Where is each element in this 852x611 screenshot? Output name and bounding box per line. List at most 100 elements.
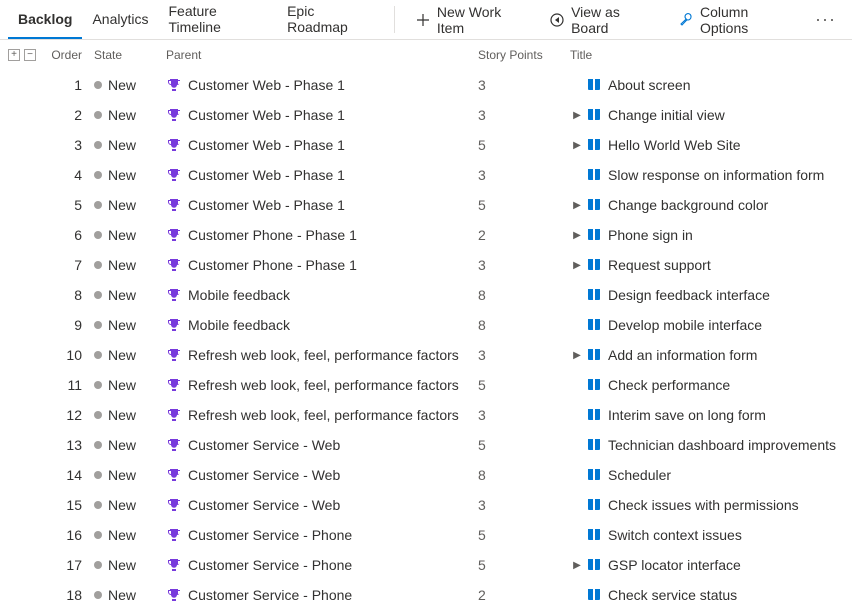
title-cell[interactable]: Check performance [570,377,852,393]
table-row[interactable]: 13NewCustomer Service - Web5Technician d… [0,430,852,460]
tab-analytics[interactable]: Analytics [82,0,158,39]
book-icon [586,227,602,243]
tab-epic-roadmap[interactable]: Epic Roadmap [277,0,384,39]
table-row[interactable]: 10NewRefresh web look, feel, performance… [0,340,852,370]
backlog-grid: 1NewCustomer Web - Phase 13About screen2… [0,70,852,610]
chevron-right-icon[interactable]: ▶ [570,230,584,241]
trophy-icon [166,77,182,93]
collapse-all-button[interactable]: − [24,49,36,61]
table-row[interactable]: 6NewCustomer Phone - Phase 12▶Phone sign… [0,220,852,250]
points-cell: 8 [478,287,570,303]
table-row[interactable]: 8NewMobile feedback8Design feedback inte… [0,280,852,310]
title-cell[interactable]: Design feedback interface [570,287,852,303]
column-header-title[interactable]: Title [570,48,852,62]
table-row[interactable]: 4NewCustomer Web - Phase 13Slow response… [0,160,852,190]
table-row[interactable]: 11NewRefresh web look, feel, performance… [0,370,852,400]
order-cell: 1 [38,77,94,93]
title-cell[interactable]: Scheduler [570,467,852,483]
table-row[interactable]: 3NewCustomer Web - Phase 15▶Hello World … [0,130,852,160]
parent-cell[interactable]: Customer Web - Phase 1 [166,77,478,93]
parent-cell[interactable]: Customer Web - Phase 1 [166,137,478,153]
table-row[interactable]: 1NewCustomer Web - Phase 13About screen [0,70,852,100]
parent-cell[interactable]: Customer Phone - Phase 1 [166,227,478,243]
points-cell: 3 [478,107,570,123]
title-cell[interactable]: Check service status [570,587,852,603]
parent-cell[interactable]: Customer Web - Phase 1 [166,167,478,183]
title-cell[interactable]: ▶Request support [570,257,852,273]
parent-cell[interactable]: Refresh web look, feel, performance fact… [166,407,478,423]
title-cell[interactable]: ▶Change background color [570,197,852,213]
title-cell[interactable]: Develop mobile interface [570,317,852,333]
more-actions-button[interactable]: ··· [807,9,844,30]
title-cell[interactable]: Slow response on information form [570,167,852,183]
table-row[interactable]: 12NewRefresh web look, feel, performance… [0,400,852,430]
state-cell: New [94,497,166,513]
chevron-right-icon[interactable]: ▶ [570,560,584,571]
table-row[interactable]: 5NewCustomer Web - Phase 15▶Change backg… [0,190,852,220]
parent-cell[interactable]: Refresh web look, feel, performance fact… [166,347,478,363]
title-cell[interactable]: About screen [570,77,852,93]
points-cell: 3 [478,347,570,363]
parent-cell[interactable]: Customer Service - Phone [166,557,478,573]
table-row[interactable]: 7NewCustomer Phone - Phase 13▶Request su… [0,250,852,280]
trophy-icon [166,347,182,363]
parent-cell[interactable]: Customer Web - Phase 1 [166,197,478,213]
chevron-right-icon[interactable]: ▶ [570,140,584,151]
parent-cell[interactable]: Customer Service - Web [166,437,478,453]
chevron-right-icon[interactable]: ▶ [570,200,584,211]
parent-cell[interactable]: Customer Service - Phone [166,587,478,603]
title-cell[interactable]: ▶Phone sign in [570,227,852,243]
order-cell: 7 [38,257,94,273]
table-row[interactable]: 18NewCustomer Service - Phone2Check serv… [0,580,852,610]
expand-all-button[interactable]: + [8,49,20,61]
points-cell: 5 [478,197,570,213]
table-row[interactable]: 17NewCustomer Service - Phone5▶GSP locat… [0,550,852,580]
state-dot-icon [94,171,102,179]
table-row[interactable]: 2NewCustomer Web - Phase 13▶Change initi… [0,100,852,130]
column-header-state[interactable]: State [94,48,166,62]
trophy-icon [166,377,182,393]
chevron-right-icon[interactable]: ▶ [570,350,584,361]
state-dot-icon [94,291,102,299]
title-cell[interactable]: Switch context issues [570,527,852,543]
title-cell[interactable]: ▶GSP locator interface [570,557,852,573]
column-header-points[interactable]: Story Points [478,48,570,62]
parent-cell[interactable]: Customer Web - Phase 1 [166,107,478,123]
trophy-icon [166,437,182,453]
table-row[interactable]: 16NewCustomer Service - Phone5Switch con… [0,520,852,550]
view-as-board-label: View as Board [571,4,658,36]
parent-cell[interactable]: Mobile feedback [166,287,478,303]
title-cell[interactable]: ▶Add an information form [570,347,852,363]
title-cell[interactable]: Check issues with permissions [570,497,852,513]
title-cell[interactable]: ▶Hello World Web Site [570,137,852,153]
state-dot-icon [94,261,102,269]
table-row[interactable]: 14NewCustomer Service - Web8Scheduler [0,460,852,490]
book-icon [586,77,602,93]
column-header-order[interactable]: Order [38,48,94,62]
book-icon [586,377,602,393]
title-cell[interactable]: Technician dashboard improvements [570,437,852,453]
table-row[interactable]: 9NewMobile feedback8Develop mobile inter… [0,310,852,340]
parent-cell[interactable]: Customer Service - Web [166,497,478,513]
order-cell: 3 [38,137,94,153]
title-cell[interactable]: ▶Change initial view [570,107,852,123]
view-as-board-button[interactable]: View as Board [539,0,668,39]
parent-cell[interactable]: Refresh web look, feel, performance fact… [166,377,478,393]
tab-feature-timeline[interactable]: Feature Timeline [159,0,278,39]
chevron-right-icon[interactable]: ▶ [570,110,584,121]
new-work-item-button[interactable]: New Work Item [405,0,539,39]
book-icon [586,527,602,543]
parent-cell[interactable]: Mobile feedback [166,317,478,333]
trophy-icon [166,107,182,123]
column-header-parent[interactable]: Parent [166,48,478,62]
parent-cell[interactable]: Customer Phone - Phase 1 [166,257,478,273]
column-options-button[interactable]: Column Options [668,0,807,39]
table-row[interactable]: 15NewCustomer Service - Web3Check issues… [0,490,852,520]
chevron-right-icon[interactable]: ▶ [570,260,584,271]
parent-cell[interactable]: Customer Service - Web [166,467,478,483]
tab-backlog[interactable]: Backlog [8,0,82,39]
order-cell: 12 [38,407,94,423]
book-icon [586,467,602,483]
parent-cell[interactable]: Customer Service - Phone [166,527,478,543]
title-cell[interactable]: Interim save on long form [570,407,852,423]
